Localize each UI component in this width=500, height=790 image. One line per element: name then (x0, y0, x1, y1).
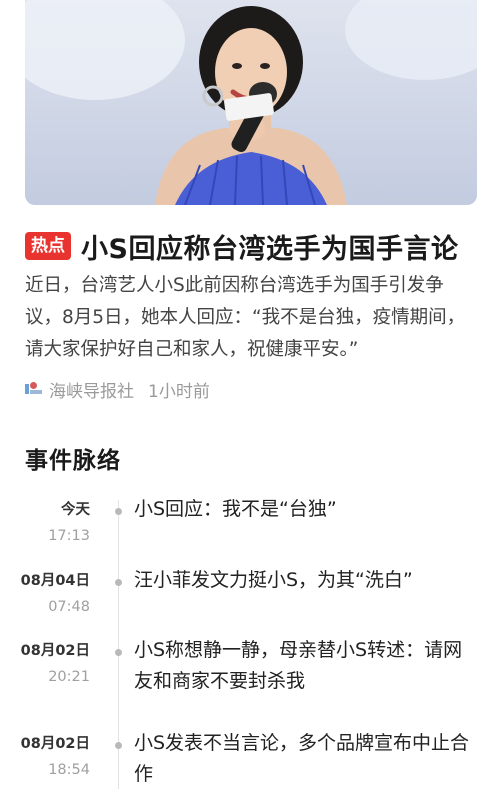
headline-row[interactable]: 热点 小S回应称台湾选手为国手言论 (25, 226, 485, 266)
timeline-dot (115, 508, 122, 515)
timeline-dot (115, 742, 122, 749)
event-date: 08月04日 (20, 573, 90, 589)
hot-badge: 热点 (25, 232, 71, 260)
event-text[interactable]: 小S发表不当言论，多个品牌宣布中止合作 (134, 728, 479, 790)
event-text[interactable]: 汪小菲发文力挺小S，为其“洗白” (134, 565, 479, 596)
article-headline[interactable]: 小S回应称台湾选手为国手言论 (81, 227, 458, 266)
event-time: 18:54 (48, 762, 90, 778)
source-logo-icon (25, 382, 43, 396)
event-time: 20:21 (48, 669, 90, 685)
timeline-title: 事件脉络 (25, 448, 121, 474)
publish-time: 1小时前 (148, 381, 210, 402)
event-time: 17:13 (48, 528, 90, 544)
article-source-row: 海峡导报社 1小时前 (25, 377, 210, 402)
event-date: 08月02日 (20, 643, 90, 659)
timeline-dot (115, 649, 122, 656)
hero-photo-illustration (25, 0, 477, 205)
event-text[interactable]: 小S回应：我不是“台独” (134, 494, 479, 525)
source-name[interactable]: 海峡导报社 (49, 377, 134, 402)
event-time: 07:48 (48, 599, 90, 615)
event-date: 08月02日 (20, 736, 90, 752)
event-date: 今天 (61, 502, 90, 518)
article-summary[interactable]: 近日，台湾艺人小S此前因称台湾选手为国手引发争议，8月5日，她本人回应：“我不是… (25, 270, 480, 366)
event-text[interactable]: 小S称想静一静，母亲替小S转述：请网友和商家不要封杀我 (134, 635, 479, 697)
article-hero-image[interactable] (25, 0, 477, 205)
timeline-dot (115, 579, 122, 586)
